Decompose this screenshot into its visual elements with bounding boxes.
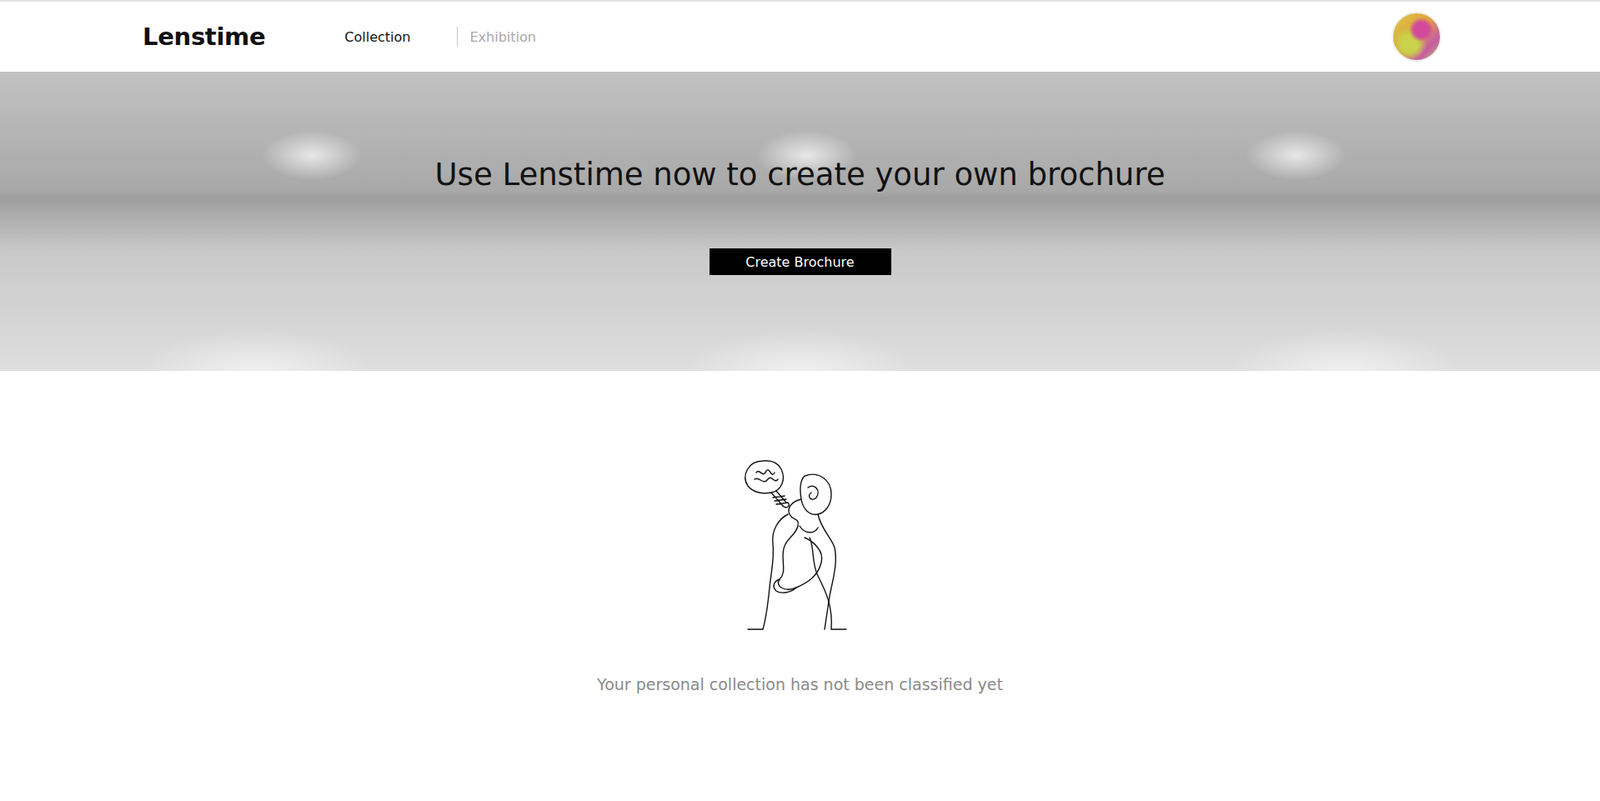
create-brochure-button[interactable]: Create Brochure bbox=[709, 248, 892, 276]
hero-title: Use Lenstime now to create your own broc… bbox=[435, 156, 1166, 193]
user-avatar[interactable] bbox=[1391, 11, 1442, 62]
nav-link[interactable]: Exhibition bbox=[469, 25, 536, 49]
nav-links: Collection Exhibition bbox=[344, 25, 537, 49]
thinking-person-icon bbox=[737, 454, 863, 634]
top-bar: Lenstime Collection Exhibition bbox=[0, 0, 1600, 72]
empty-message: Your personal collection has not been cl… bbox=[596, 675, 1004, 694]
nav-link[interactable]: Collection bbox=[344, 25, 411, 49]
nav-divider bbox=[456, 26, 458, 47]
empty-state: Your personal collection has not been cl… bbox=[0, 371, 1600, 694]
hero-banner: Use Lenstime now to create your own broc… bbox=[0, 71, 1600, 372]
logo[interactable]: Lenstime bbox=[142, 22, 266, 51]
